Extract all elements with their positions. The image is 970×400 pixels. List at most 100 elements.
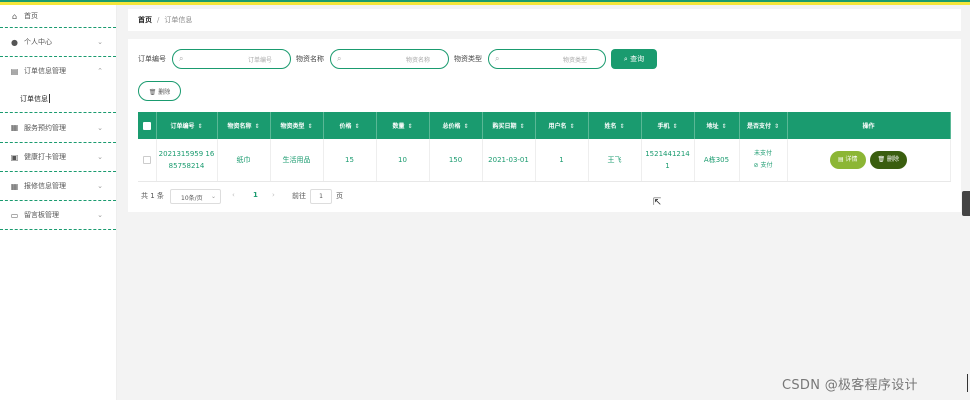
header-order-no[interactable]: 订单编号 ⇕: [156, 112, 218, 139]
user-icon: ●: [11, 37, 18, 47]
search-icon: ⌕: [179, 54, 184, 63]
next-page-button[interactable]: ›: [272, 191, 275, 199]
header-select-all[interactable]: [138, 112, 157, 139]
sidebar-item-personal-center[interactable]: ● 个人中心 ⌄: [0, 28, 116, 57]
sort-icon: ⇕: [463, 123, 469, 130]
watermark: CSDN @极客程序设计: [782, 378, 918, 393]
breadcrumb-home[interactable]: 首页: [138, 15, 152, 25]
main-content: 首页 / 订单信息 订单编号 ⌕ 订单编号 物资名称 ⌕ 物资名称 物资类型 ⌕…: [128, 9, 961, 212]
header-total-price[interactable]: 总价格 ⇕: [429, 112, 483, 139]
chevron-down-icon: ⌄: [97, 153, 103, 161]
sidebar-item-label: 健康打卡管理: [24, 153, 66, 161]
cell-material-name: 纸巾: [217, 139, 271, 182]
page-size-value: 10条/页: [181, 195, 203, 202]
sort-icon: ⇕: [197, 123, 203, 130]
top-accent-bar: [0, 0, 970, 5]
content-panel: 订单编号 ⌕ 订单编号 物资名称 ⌕ 物资名称 物资类型 ⌕ 物资类型 ⌕ 查询…: [128, 39, 961, 212]
cell-price: 15: [323, 139, 377, 182]
order-no-label: 订单编号: [138, 55, 166, 63]
sort-icon: ⇕: [721, 123, 727, 130]
sidebar-item-label: 首页: [24, 12, 38, 20]
cell-paid: 未支付 ⊘ 支付: [739, 139, 788, 182]
chevron-down-icon: ⌄: [97, 123, 103, 132]
header-paid[interactable]: 是否支付 ⇕: [739, 112, 788, 139]
delete-button[interactable]: 🗑 删除: [138, 81, 181, 101]
material-name-placeholder: 物资名称: [405, 56, 430, 64]
sort-icon: ⇕: [254, 123, 260, 130]
text-caret: [967, 374, 968, 392]
material-type-label: 物资类型: [454, 55, 482, 63]
sort-icon: ⇕: [773, 123, 780, 130]
cell-realname: 王飞: [588, 139, 642, 182]
goto-page-input[interactable]: 1: [310, 189, 332, 204]
cell-actions: ▤ 详情 🗑 删除: [787, 139, 951, 182]
sidebar: ⌂ 首页 ● 个人中心 ⌄ ▤ 订单信息管理 ⌃ 订单信息 ▦ 服务预约管理 ⌄…: [0, 5, 117, 400]
material-name-input[interactable]: ⌕ 物资名称: [330, 49, 449, 69]
search-icon: ⌕: [337, 54, 342, 63]
sidebar-item-label: 个人中心: [24, 38, 52, 46]
header-realname[interactable]: 姓名 ⇕: [588, 112, 642, 139]
cell-address: A栋305: [694, 139, 740, 182]
pagination-total: 共 1 条: [141, 192, 164, 200]
mouse-pointer-icon: ⇱: [653, 197, 662, 208]
header-address[interactable]: 地址 ⇕: [694, 112, 740, 139]
table-row: 2021315959 1685758214 纸巾 生活用品 15 10 150 …: [138, 139, 951, 182]
sidebar-item-label: 服务预约管理: [24, 123, 66, 132]
detail-button[interactable]: ▤ 详情: [829, 150, 866, 169]
header-username[interactable]: 用户名 ⇕: [535, 112, 589, 139]
cell-order-no: 2021315959 1685758214: [156, 139, 218, 182]
header-material-name[interactable]: 物资名称 ⇕: [217, 112, 271, 139]
page-size-select[interactable]: 10条/页 ⌄: [170, 189, 221, 204]
sort-icon: ⇕: [569, 123, 575, 130]
sort-icon: ⇕: [407, 123, 413, 130]
header-material-type[interactable]: 物资类型 ⇕: [270, 112, 324, 139]
pay-link[interactable]: ⊘ 支付: [740, 160, 787, 172]
header-quantity[interactable]: 数量 ⇕: [376, 112, 430, 139]
cell-quantity: 10: [376, 139, 430, 182]
breadcrumb: 首页 / 订单信息: [128, 9, 961, 31]
search-icon: ⌕: [495, 54, 500, 63]
breadcrumb-separator: /: [157, 16, 160, 24]
sort-icon: ⇕: [354, 123, 360, 130]
sidebar-item-service-booking[interactable]: ▦ 服务预约管理 ⌄: [0, 113, 116, 143]
side-drawer-handle[interactable]: [962, 191, 970, 216]
message-icon: ▭: [10, 210, 19, 220]
chevron-up-icon: ⌃: [97, 67, 103, 75]
prev-page-button[interactable]: ‹: [232, 191, 235, 199]
sidebar-item-message-board[interactable]: ▭ 留言板管理 ⌄: [0, 201, 116, 230]
sidebar-item-health-checkin[interactable]: ▣ 健康打卡管理 ⌄: [0, 143, 116, 172]
service-icon: ▦: [10, 123, 19, 132]
sort-icon: ⇕: [519, 123, 525, 130]
paid-status: 未支付: [753, 149, 772, 157]
text-cursor: [49, 94, 50, 103]
row-checkbox[interactable]: [142, 155, 151, 164]
header-purchase-date[interactable]: 购买日期 ⇕: [482, 112, 536, 139]
page-number-current[interactable]: 1: [253, 191, 258, 199]
cell-total-price: 150: [429, 139, 483, 182]
page: ⌂ 首页 ● 个人中心 ⌄ ▤ 订单信息管理 ⌃ 订单信息 ▦ 服务预约管理 ⌄…: [0, 0, 970, 400]
sidebar-item-label: 报修信息管理: [24, 182, 66, 190]
header-price[interactable]: 价格 ⇕: [323, 112, 377, 139]
row-delete-button[interactable]: 🗑 删除: [869, 150, 908, 169]
header-actions: 操作: [787, 112, 951, 139]
sidebar-item-home[interactable]: ⌂ 首页: [0, 5, 116, 28]
select-all-checkbox[interactable]: [142, 121, 151, 130]
search-button[interactable]: ⌕ 查询: [611, 49, 657, 69]
table-header-row: 订单编号 ⇕ 物资名称 ⇕ 物资类型 ⇕ 价格 ⇕ 数量 ⇕ 总价格 ⇕ 购买日期 ⇕ 用户名…: [138, 112, 951, 139]
row-select-cell[interactable]: [138, 139, 157, 182]
order-no-placeholder: 订单编号: [247, 56, 272, 64]
sidebar-subitem-label: 订单信息: [20, 94, 48, 103]
header-phone[interactable]: 手机 ⇕: [641, 112, 695, 139]
sidebar-item-repair-management[interactable]: ▦ 报修信息管理 ⌄: [0, 172, 116, 201]
order-table: 订单编号 ⇕ 物资名称 ⇕ 物资类型 ⇕ 价格 ⇕ 数量 ⇕ 总价格 ⇕ 购买日期 ⇕ 用户名…: [138, 112, 951, 182]
sort-icon: ⇕: [672, 123, 678, 130]
sidebar-item-order-management[interactable]: ▤ 订单信息管理 ⌃: [0, 57, 116, 85]
sidebar-subitem-order-info[interactable]: 订单信息: [0, 85, 116, 113]
breadcrumb-current: 订单信息: [164, 16, 193, 24]
chevron-down-icon: ⌄: [97, 211, 103, 219]
chevron-down-icon: ⌄: [97, 38, 103, 46]
material-type-input[interactable]: ⌕ 物资类型: [488, 49, 606, 69]
home-icon: ⌂: [11, 11, 18, 21]
goto-label: 前往: [292, 192, 306, 200]
order-no-input[interactable]: ⌕ 订单编号: [172, 49, 291, 69]
